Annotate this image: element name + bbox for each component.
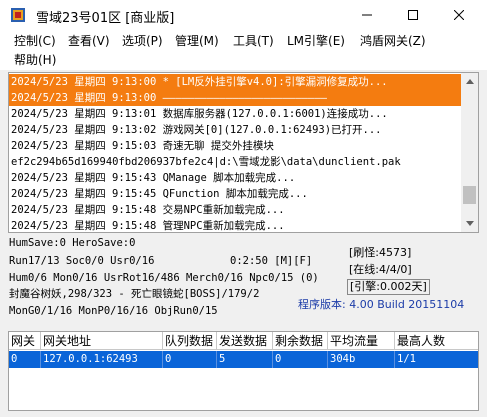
menu-tools[interactable]: 工具(T) (229, 32, 278, 50)
col-header-remaining[interactable]: 剩余数据 (273, 332, 328, 350)
cell-remaining: 0 (273, 351, 328, 368)
log-line: ef2c294b65d169940fbd206937bfe2c4|d:\雪域龙影… (11, 156, 401, 168)
status-hum: Hum0/6 Mon0/16 UsrRot16/486 Merch0/16 Np… (9, 272, 319, 284)
log-line: 2024/5/23 星期四 9:15:48 管理NPC重新加载完成... (11, 220, 285, 232)
maximize-icon (408, 10, 418, 20)
status-run: Run17/13 Soc0/0 Usr0/16 (9, 255, 155, 267)
log-line: 2024/5/23 星期四 9:15:45 QFunction 脚本加载完成..… (11, 188, 308, 200)
log-scrollbar[interactable] (461, 73, 478, 232)
minimize-icon (362, 14, 372, 16)
server-window: 雪域23号01区 [商业版] 控制(C) 查看(V) 选项(P) 管理(M) 工… (0, 0, 487, 417)
cell-sent: 5 (217, 351, 273, 368)
menu-view[interactable]: 查看(V) (64, 32, 114, 50)
status-clock: 0:2:50 [M][F] (230, 255, 313, 267)
log-line: 2024/5/23 星期四 9:13:02 游戏网关[0](127.0.0.1:… (11, 124, 382, 136)
scroll-thumb[interactable] (463, 186, 476, 205)
menu-gateway[interactable]: 鸿盾网关(Z) (356, 32, 430, 50)
scroll-down-arrow[interactable] (461, 215, 478, 232)
log-line: 2024/5/23 星期四 9:13:01 数据库服务器(127.0.0.1:6… (11, 108, 388, 120)
status-engine-days: [引擎:0.002天] (347, 279, 430, 295)
log-line: 2024/5/23 星期四 9:13:00 * [LM反外挂引擎v4.0]:引擎… (9, 74, 461, 90)
status-fengmo: 封魔谷树妖,298/323 - 死亡眼镜蛇[BOSS]/179/2 (9, 288, 260, 300)
scroll-up-arrow[interactable] (461, 73, 478, 90)
cell-max-users: 1/1 (397, 353, 416, 365)
status-mon: MonG0/1/16 MonP0/16/16 ObjRun0/15 (9, 305, 218, 317)
minimize-button[interactable] (344, 0, 390, 30)
app-icon (10, 7, 26, 23)
gateway-table[interactable]: 网关 网关地址 队列数据 发送数据 剩余数据 平均流量 最高人数 0 127.0… (8, 331, 479, 411)
title-bar[interactable]: 雪域23号01区 [商业版] (0, 0, 487, 30)
log-line: 2024/5/23 星期四 9:13:00 ——————————————————… (9, 90, 461, 106)
col-header-address[interactable]: 网关地址 (41, 332, 163, 350)
menu-options[interactable]: 选项(P) (118, 32, 167, 50)
chevron-down-icon (465, 221, 474, 226)
log-line: 2024/5/23 星期四 9:15:03 奇速无聊 提交外挂模块 (11, 140, 274, 152)
maximize-button[interactable] (390, 0, 436, 30)
status-online: [在线:4/4/0] (349, 263, 412, 276)
menu-lm-engine[interactable]: LM引擎(E) (283, 32, 349, 50)
window-title: 雪域23号01区 [商业版] (36, 11, 175, 26)
menu-control[interactable]: 控制(C) (10, 32, 60, 50)
col-header-gateway[interactable]: 网关 (9, 332, 41, 350)
log-panel[interactable]: 2024/5/23 星期四 9:13:00 * [LM反外挂引擎v4.0]:引擎… (8, 72, 479, 233)
close-icon (454, 10, 464, 20)
col-header-sent[interactable]: 发送数据 (217, 332, 273, 350)
log-line: 2024/5/23 星期四 9:15:43 QManage 脚本加载完成... (11, 172, 296, 184)
status-shuaguai: [刷怪:4573] (349, 246, 412, 259)
menu-bar: 控制(C) 查看(V) 选项(P) 管理(M) 工具(T) LM引擎(E) 鸿盾… (0, 30, 487, 70)
cell-gateway: 0 (9, 351, 41, 368)
cell-address: 127.0.0.1:62493 (41, 351, 163, 368)
close-button[interactable] (436, 0, 482, 30)
cell-queue: 0 (163, 351, 217, 368)
status-save: HumSave:0 HeroSave:0 (9, 237, 136, 249)
menu-manage[interactable]: 管理(M) (171, 32, 223, 50)
log-line: 2024/5/23 星期四 9:15:48 交易NPC重新加载完成... (11, 204, 285, 216)
col-header-max-users[interactable]: 最高人数 (395, 332, 478, 350)
program-version: 程序版本: 4.00 Build 20151104 (298, 298, 465, 311)
menu-help[interactable]: 帮助(H) (10, 51, 60, 69)
chevron-up-icon (465, 79, 474, 84)
col-header-queue[interactable]: 队列数据 (163, 332, 217, 350)
cell-avg-traffic: 304b (328, 351, 395, 368)
col-header-avg-traffic[interactable]: 平均流量 (328, 332, 395, 350)
